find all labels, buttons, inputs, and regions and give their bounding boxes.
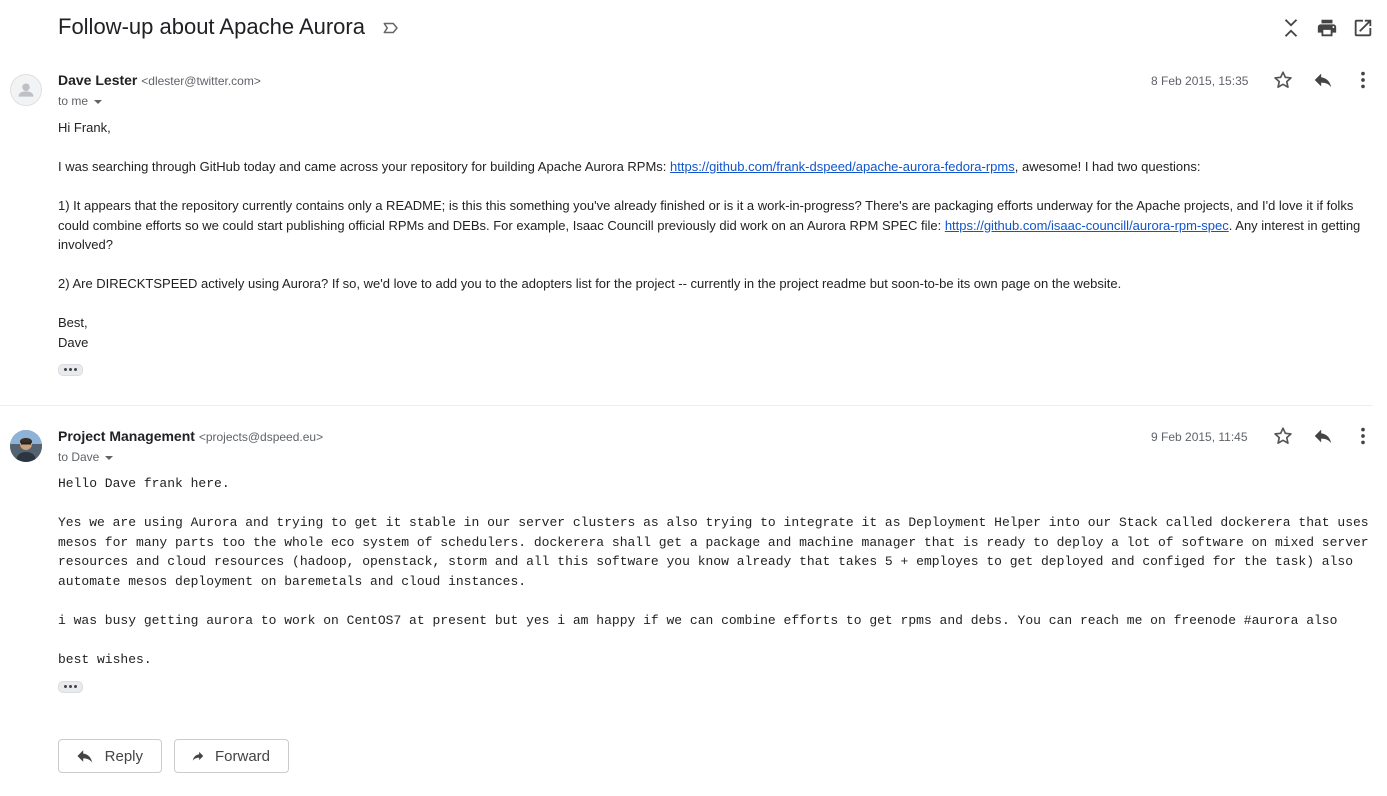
message-body: Hi Frank, I was searching through GitHub… <box>58 118 1374 352</box>
reply-button-label: Reply <box>104 747 143 765</box>
paragraph: I was searching through GitHub today and… <box>58 159 1201 174</box>
sender: Dave Lester <dlester@twitter.com> <box>58 72 261 88</box>
paragraph: best wishes. <box>58 651 152 667</box>
open-in-new-window-icon[interactable] <box>1352 17 1374 39</box>
message-date: 8 Feb 2015, 15:35 <box>1151 74 1249 88</box>
recipient-label: to me <box>58 94 89 108</box>
forward-button[interactable]: Forward <box>174 739 289 773</box>
message-date: 9 Feb 2015, 11:45 <box>1151 430 1248 444</box>
message-body: Hello Dave frank here. Yes we are using … <box>58 474 1376 689</box>
recipient-dropdown[interactable]: to Dave <box>58 450 114 464</box>
forward-icon <box>192 751 204 761</box>
repo-link[interactable]: https://github.com/frank-dspeed/apache-a… <box>670 159 1015 174</box>
collapse-all-icon[interactable] <box>1280 17 1302 39</box>
paragraph: Hello Dave frank here. <box>58 476 230 491</box>
paragraph: 1) It appears that the repository curren… <box>58 198 1361 252</box>
print-icon[interactable] <box>1316 17 1338 39</box>
label-outline-icon[interactable] <box>382 19 400 37</box>
avatar[interactable] <box>10 74 42 106</box>
more-vert-icon[interactable] <box>1352 69 1374 91</box>
recipient-label: to Dave <box>58 450 100 464</box>
message-divider <box>0 405 1373 406</box>
signoff: Best, <box>58 315 88 330</box>
chevron-down-icon <box>94 99 103 104</box>
star-outline-icon[interactable] <box>1272 69 1294 91</box>
paragraph: Yes we are using Aurora and trying to ge… <box>58 515 1369 589</box>
paragraph: 2) Are DIRECKTSPEED actively using Auror… <box>58 276 1122 291</box>
sender-name[interactable]: Dave Lester <box>58 72 137 88</box>
email-subject: Follow-up about Apache Aurora <box>58 14 365 39</box>
signature: Dave <box>58 334 89 350</box>
forward-button-label: Forward <box>214 747 270 765</box>
reply-icon <box>77 750 93 763</box>
reply-icon[interactable] <box>1312 425 1334 447</box>
avatar[interactable] <box>10 430 42 462</box>
show-trimmed-content-button[interactable] <box>58 364 83 376</box>
sender-email: <projects@dspeed.eu> <box>198 430 324 444</box>
reply-icon[interactable] <box>1312 69 1334 91</box>
more-vert-icon[interactable] <box>1352 425 1374 447</box>
recipient-dropdown[interactable]: to me <box>58 94 103 108</box>
sender: Project Management <projects@dspeed.eu> <box>58 428 323 444</box>
star-outline-icon[interactable] <box>1272 425 1294 447</box>
sender-email: <dlester@twitter.com> <box>141 74 261 88</box>
chevron-down-icon <box>105 455 114 460</box>
sender-name[interactable]: Project Management <box>58 428 195 444</box>
paragraph: i was busy getting aurora to work on Cen… <box>58 612 1338 628</box>
spec-link[interactable]: https://github.com/isaac-councill/aurora… <box>945 218 1229 233</box>
reply-button[interactable]: Reply <box>58 739 162 773</box>
show-trimmed-content-button[interactable] <box>58 681 83 693</box>
greeting: Hi Frank, <box>58 120 111 135</box>
